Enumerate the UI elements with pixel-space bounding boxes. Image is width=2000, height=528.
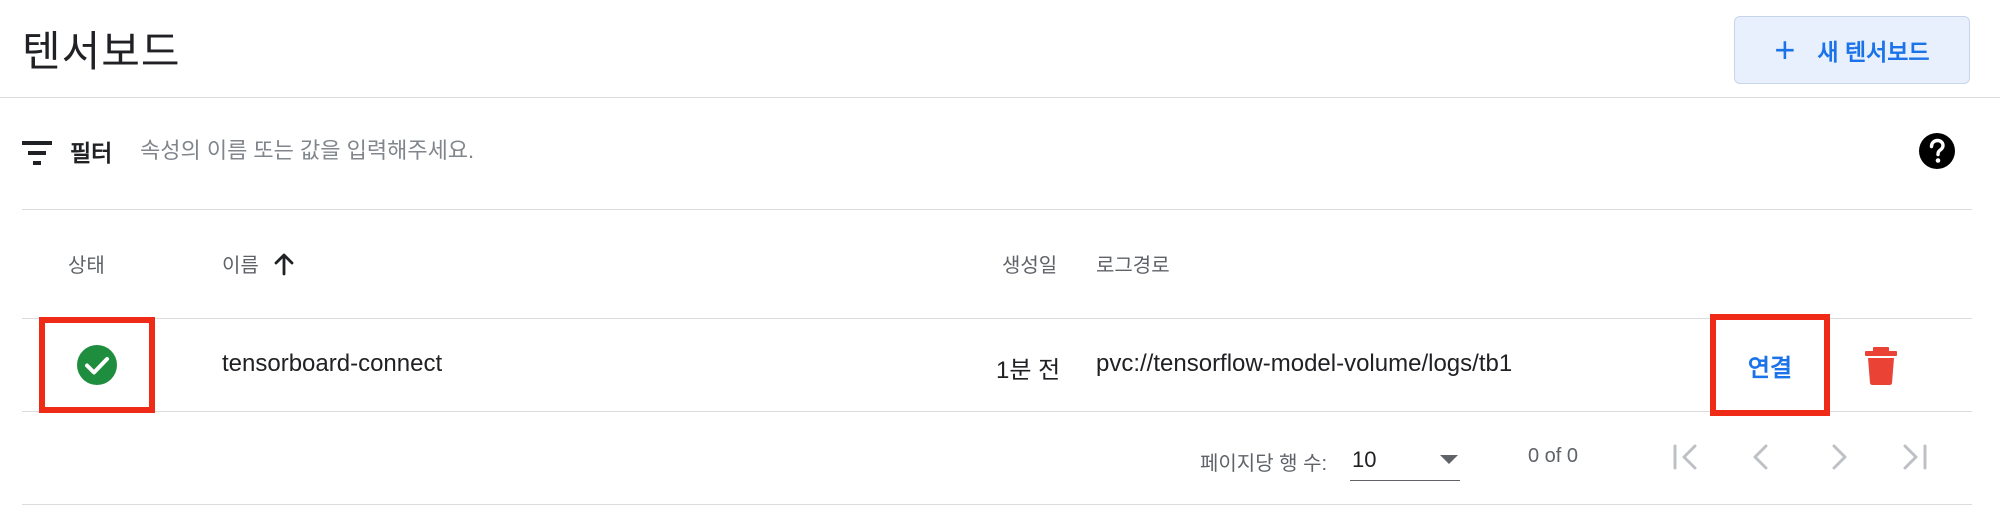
trash-icon[interactable]: [1864, 346, 1898, 386]
column-header-logpath: 로그경로: [1096, 255, 1170, 277]
new-tensorboard-button[interactable]: + 새 텐서보드: [1734, 16, 1970, 84]
rows-per-page-value: 10: [1352, 447, 1377, 472]
column-header-name[interactable]: 이름: [222, 249, 295, 278]
tensorboard-created: 1분 전: [996, 357, 1061, 384]
dropdown-arrow-icon: [1440, 455, 1458, 464]
table-header: 상태 이름 생성일 로그경로: [22, 211, 1972, 319]
page-header: 텐서보드 + 새 텐서보드: [0, 0, 2000, 98]
chevron-left-icon: [1753, 444, 1768, 470]
filter-icon[interactable]: [22, 138, 56, 168]
tensorboard-name: tensorboard-connect: [222, 350, 443, 377]
check-circle-icon: [77, 345, 117, 385]
new-tensorboard-label: 새 텐서보드: [1817, 39, 1930, 65]
table-row: tensorboard-connect 1분 전 pvc://tensorflo…: [22, 314, 1972, 416]
status-cell-highlight: [39, 317, 155, 413]
paginator: 페이지당 행 수: 10 0 of 0: [22, 413, 1972, 505]
column-header-created: 생성일: [1002, 255, 1058, 277]
arrow-up-icon: [274, 253, 294, 275]
connect-link[interactable]: 연결: [1748, 348, 1792, 383]
last-page-button[interactable]: [1890, 433, 1938, 481]
rows-per-page-select[interactable]: 10: [1350, 435, 1460, 481]
tensorboard-logpath: pvc://tensorflow-model-volume/logs/tb1: [1096, 350, 1513, 377]
next-page-button[interactable]: [1814, 433, 1862, 481]
first-page-button[interactable]: [1662, 433, 1710, 481]
last-page-icon: [1903, 444, 1927, 470]
plus-icon: +: [1774, 29, 1796, 70]
filter-input[interactable]: [140, 126, 1340, 176]
range-label: 0 of 0: [1528, 445, 1579, 467]
connect-highlight: 연결: [1710, 314, 1830, 416]
previous-page-button[interactable]: [1738, 433, 1786, 481]
page-title: 텐서보드: [22, 28, 181, 75]
filter-bar: 필터: [22, 110, 1972, 210]
filter-label: 필터: [70, 140, 113, 166]
column-header-status: 상태: [68, 255, 105, 277]
rows-per-page-label: 페이지당 행 수:: [1200, 453, 1328, 475]
first-page-icon: [1673, 444, 1697, 470]
column-header-name-label: 이름: [222, 255, 259, 277]
help-icon[interactable]: [1918, 132, 1956, 170]
chevron-right-icon: [1832, 444, 1847, 470]
